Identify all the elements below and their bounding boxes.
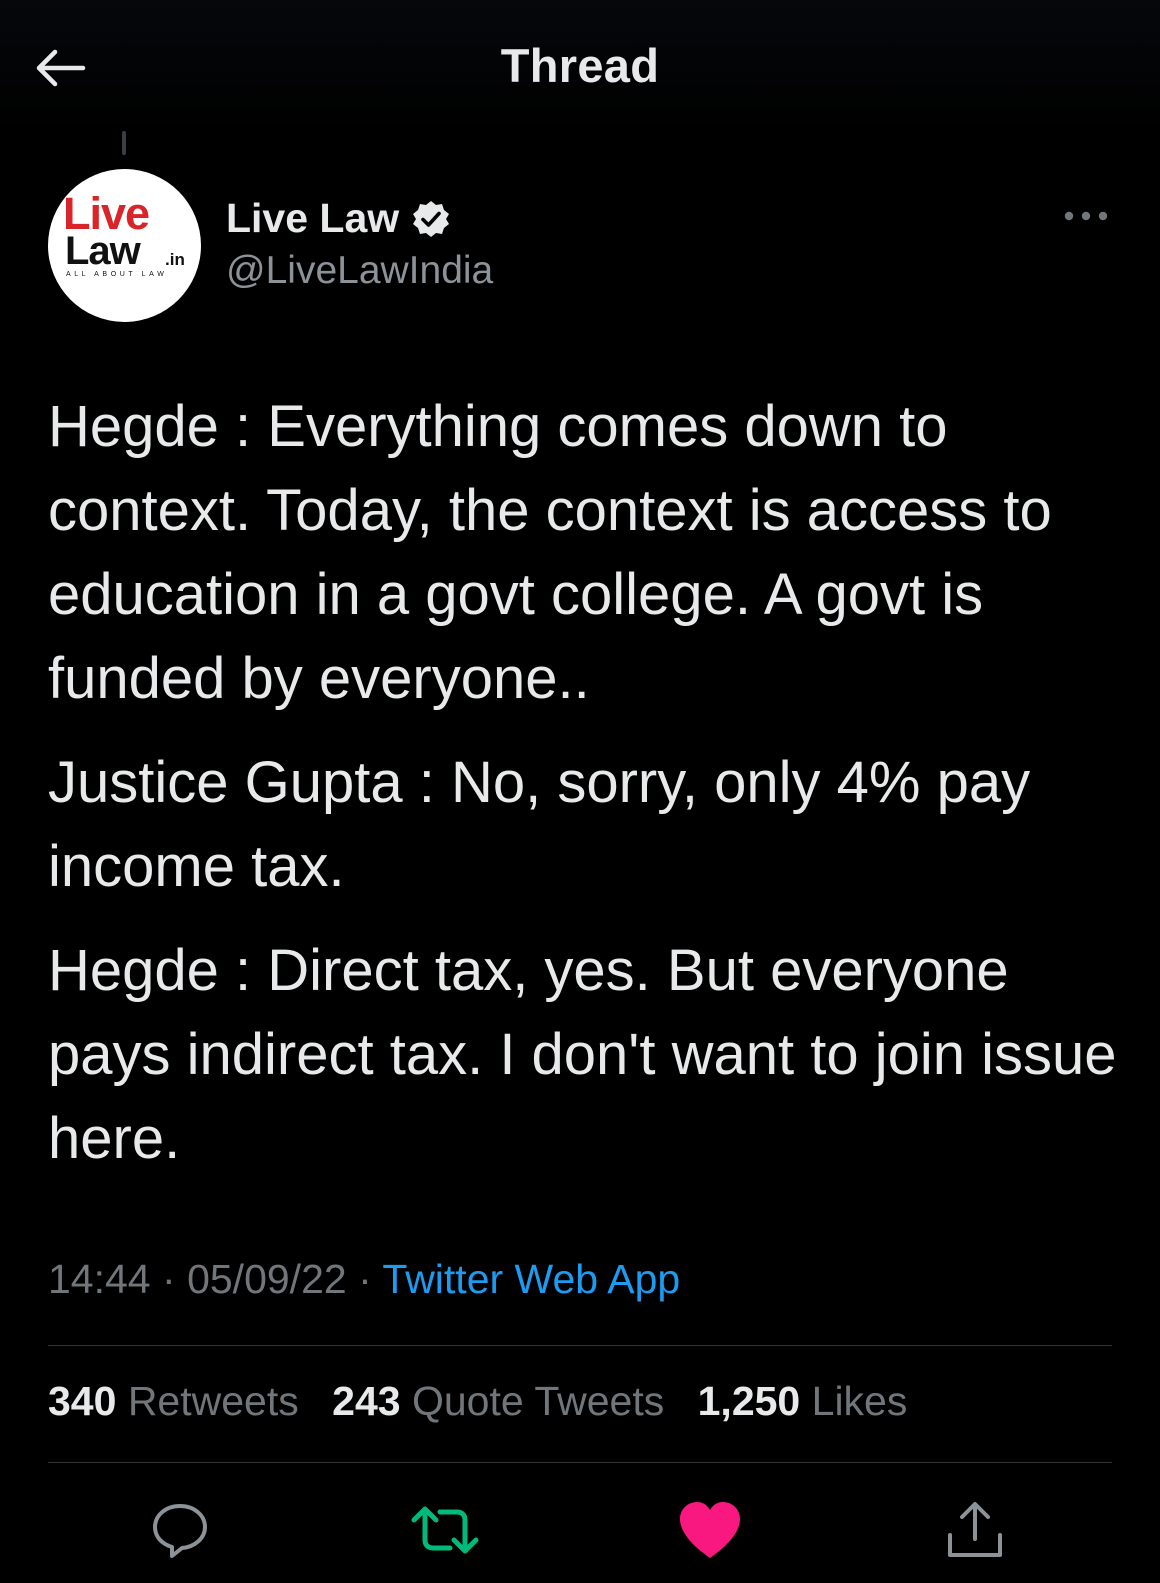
likes-label: Likes [811,1378,908,1424]
thread-connector-line [122,131,126,155]
retweets-label: Retweets [127,1378,299,1424]
avatar-logo-tagline: ALL ABOUT LAW [66,271,168,278]
avatar-logo-suffix: .in [165,250,185,269]
likes-stat[interactable]: 1,250 Likes [698,1378,908,1424]
author-handle[interactable]: @LiveLawIndia [226,249,493,293]
engagement-stats: 340 Retweets 243 Quote Tweets 1,250 Like… [48,1378,929,1425]
quote-tweets-count: 243 [332,1378,401,1424]
tweet-time[interactable]: 14:44 [48,1256,151,1302]
reply-button[interactable] [140,1490,220,1570]
tweet-metadata: 14:44 · 05/09/22 · Twitter Web App [48,1256,680,1303]
likes-count: 1,250 [697,1378,801,1424]
quote-tweets-stat[interactable]: 243 Quote Tweets [332,1378,664,1424]
retweets-count: 340 [48,1378,117,1424]
retweet-icon [411,1506,479,1554]
retweets-stat[interactable]: 340 Retweets [48,1378,299,1424]
share-icon [948,1502,1002,1557]
heart-filled-icon [680,1502,740,1558]
tweet-paragraph: Hegde : Direct tax, yes. But everyone pa… [48,938,1117,1171]
tweet-date[interactable]: 05/09/22 [187,1256,347,1302]
tweet-source-link[interactable]: Twitter Web App [382,1256,680,1302]
meta-separator: · [358,1256,372,1302]
author-name-row[interactable]: Live Law [226,195,451,242]
tweet-paragraph: Justice Gupta : No, sorry, only 4% pay i… [48,750,1031,899]
display-name[interactable]: Live Law [226,195,399,242]
top-nav-bar: Thread [0,0,1160,135]
like-button[interactable] [670,1490,750,1570]
retweet-button[interactable] [405,1490,485,1570]
more-options-button[interactable] [1060,198,1112,234]
share-button[interactable] [935,1490,1015,1570]
divider [48,1462,1112,1463]
page-title: Thread [500,39,660,92]
verified-badge-icon [411,199,451,239]
tweet-paragraph: Hegde : Everything comes down to context… [48,394,1052,711]
reply-bubble-icon [153,1504,207,1558]
tweet-text: Hegde : Everything comes down to context… [48,385,1128,1201]
avatar[interactable]: Live Law .in ALL ABOUT LAW [48,169,201,322]
ellipsis-icon [1064,211,1108,221]
tweet-action-bar [0,1490,1160,1570]
meta-separator: · [162,1256,176,1302]
avatar-logo-line2: Law [65,229,141,273]
quote-tweets-label: Quote Tweets [411,1378,665,1424]
divider [48,1345,1112,1346]
